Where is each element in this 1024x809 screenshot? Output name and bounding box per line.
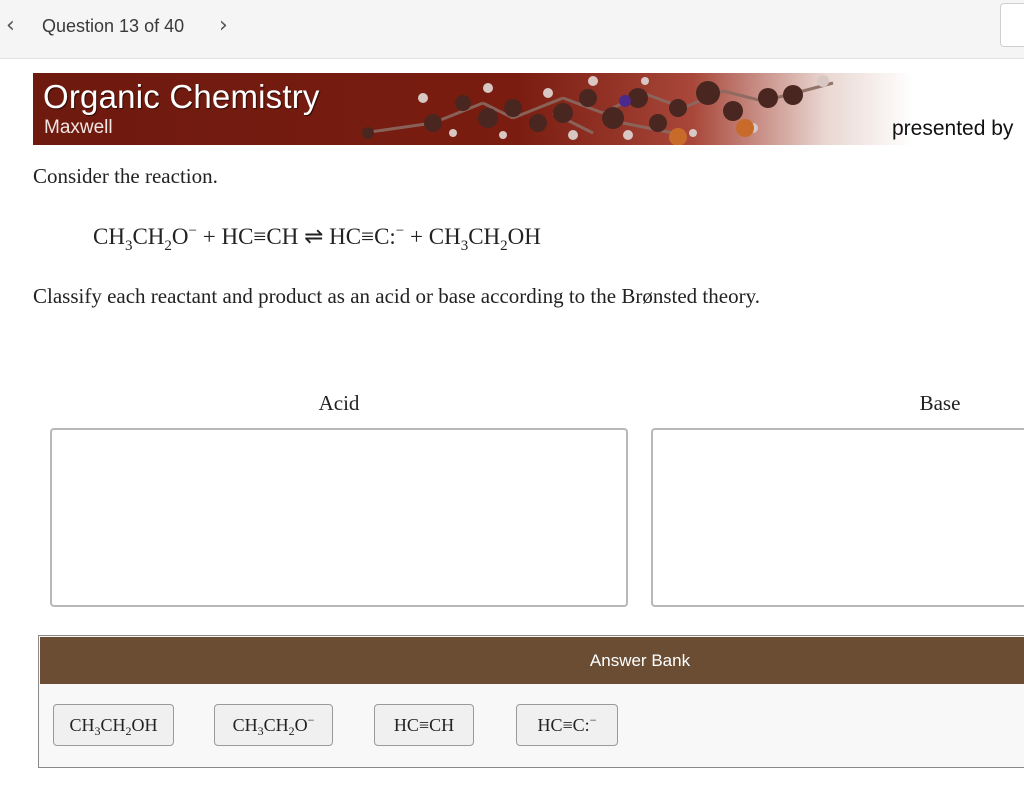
- top-right-control[interactable]: [1000, 3, 1024, 47]
- banner-author: Maxwell: [44, 117, 113, 138]
- eq-plus: +: [202, 224, 216, 249]
- answer-chip-ethanol[interactable]: CH3CH2OH: [53, 704, 174, 746]
- base-drop-zone[interactable]: [651, 428, 1024, 607]
- eq-subscript: 2: [164, 238, 172, 254]
- reaction-equation: CH3CH2O− + HC≡CH ⇌ HC≡C:− + CH3CH2OH: [93, 222, 541, 254]
- chip-text: HC≡C:: [537, 715, 590, 735]
- chevron-left-icon[interactable]: ‹: [6, 12, 15, 40]
- chevron-right-icon[interactable]: ›: [219, 12, 228, 40]
- acid-drop-zone[interactable]: [50, 428, 628, 607]
- chip-text: O: [294, 715, 308, 735]
- banner-title: Organic Chemistry: [43, 78, 320, 115]
- question-instruction: Classify each reactant and product as an…: [33, 284, 760, 308]
- eq-charge: −: [395, 223, 405, 239]
- chip-text: CH: [100, 715, 126, 735]
- eq-term: CH: [93, 224, 125, 249]
- base-bin-label: Base: [919, 391, 961, 415]
- presented-by-text: presented by: [892, 117, 1014, 140]
- eq-charge: −: [188, 223, 197, 239]
- eq-term: HC≡C:: [329, 224, 396, 249]
- eq-term: HC≡CH: [221, 224, 299, 249]
- answer-bank: Answer Bank: [38, 635, 1024, 768]
- question-intro: Consider the reaction.: [33, 164, 218, 188]
- course-banner: Organic Chemistry Maxwell: [33, 73, 913, 145]
- answer-bank-header: Answer Bank: [40, 637, 1024, 684]
- chip-text: CH: [232, 715, 258, 735]
- eq-term: OH: [507, 224, 541, 249]
- question-counter[interactable]: Question 13 of 40: [42, 14, 184, 38]
- eq-term: CH: [468, 224, 501, 249]
- chip-text: OH: [131, 715, 158, 735]
- eq-plus: +: [410, 224, 423, 249]
- chip-text: CH: [69, 715, 95, 735]
- chip-text: HC≡CH: [393, 715, 455, 735]
- chip-charge: −: [589, 713, 597, 727]
- eq-term: CH: [428, 224, 461, 249]
- answer-chip-acetylene[interactable]: HC≡CH: [374, 704, 474, 746]
- eq-term: CH: [132, 224, 165, 249]
- answer-chip-ethoxide[interactable]: CH3CH2O−: [214, 704, 333, 746]
- acid-bin-label: Acid: [318, 391, 360, 415]
- equilibrium-arrow-icon: ⇌: [304, 224, 324, 249]
- question-navigation-bar: ‹ Question 13 of 40 ›: [0, 0, 1024, 59]
- answer-chip-acetylide[interactable]: HC≡C:−: [516, 704, 618, 746]
- eq-term: O: [171, 224, 189, 249]
- chip-text: CH: [263, 715, 289, 735]
- answer-bank-title: Answer Bank: [589, 651, 691, 670]
- chip-charge: −: [307, 713, 315, 727]
- eq-subscript: 2: [500, 238, 508, 254]
